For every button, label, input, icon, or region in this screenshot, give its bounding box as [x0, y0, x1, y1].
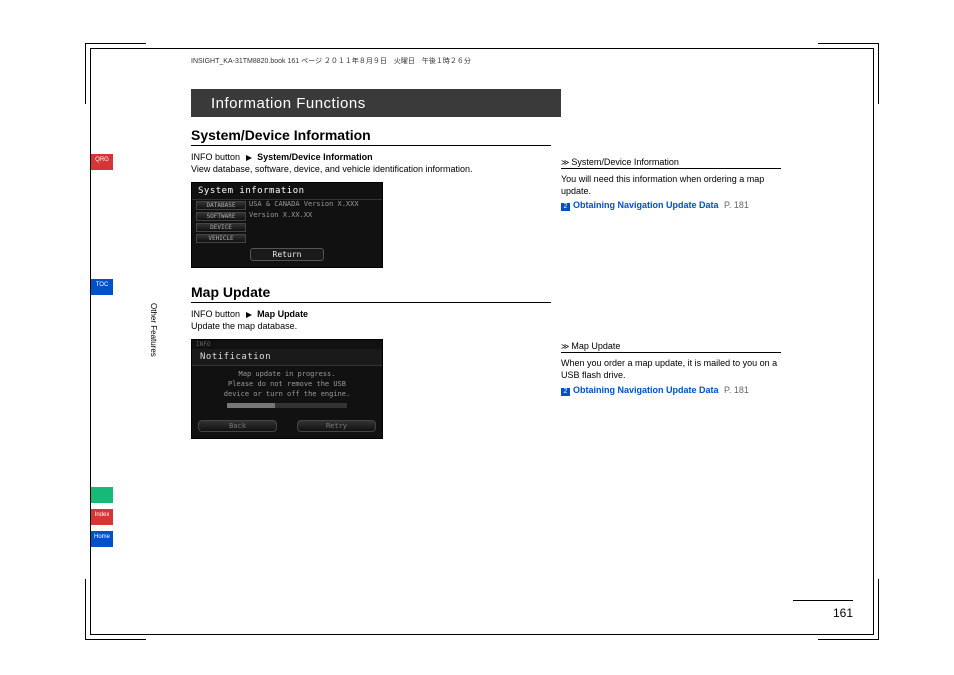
screenshot-map-update: INFO Notification Map update in progress…	[191, 339, 383, 439]
link-obtaining-update[interactable]: Obtaining Navigation Update Data	[573, 200, 719, 210]
screenshot-title: System information	[192, 183, 382, 200]
section-heading-system-device: System/Device Information	[191, 127, 551, 146]
tab-device: DEVICE	[196, 223, 246, 232]
sidebar-body: You will need this information when orde…	[561, 173, 781, 197]
back-button: Back	[198, 420, 277, 432]
notification-line: Please do not remove the USB	[200, 380, 374, 390]
nav-path-target: Map Update	[257, 309, 308, 319]
tab-toc[interactable]: TOC	[91, 279, 113, 295]
tab-voice[interactable]	[91, 487, 113, 503]
chapter-heading: Information Functions	[191, 89, 561, 117]
sidebar-heading-text: Map Update	[571, 341, 620, 351]
tab-index[interactable]: Index	[91, 509, 113, 525]
link-obtaining-update[interactable]: Obtaining Navigation Update Data	[573, 385, 719, 395]
nav-path: INFO button System/Device Information	[191, 152, 551, 162]
sidebar-body: When you order a map update, it is maile…	[561, 357, 781, 381]
arrow-right-icon	[246, 312, 252, 318]
sidebar-heading: ≫System/Device Information	[561, 157, 781, 169]
section-description: View database, software, device, and veh…	[191, 164, 551, 174]
nav-path: INFO button Map Update	[191, 309, 551, 319]
note-icon: ≫	[561, 158, 569, 167]
section-vertical-label: Other Features	[149, 303, 158, 357]
print-metadata: INSIGHT_KA-31TM8820.book 161 ページ ２０１１年８月…	[191, 56, 471, 66]
tab-vehicle: VEHICLE	[196, 234, 246, 243]
page: INSIGHT_KA-31TM8820.book 161 ページ ２０１１年８月…	[90, 48, 874, 635]
link-icon: 2	[561, 203, 570, 211]
notification-line: device or turn off the engine.	[200, 390, 374, 400]
screenshot-tag: INFO	[192, 340, 382, 349]
nav-path-target: System/Device Information	[257, 152, 373, 162]
page-number: 161	[833, 606, 853, 620]
page-ref: P. 181	[724, 200, 749, 210]
notification-line: Map update in progress.	[200, 370, 374, 380]
note-icon: ≫	[561, 342, 569, 351]
info-button-label: INFO button	[191, 309, 240, 319]
sw-version: Version X.XX.XX	[249, 211, 312, 222]
link-icon: 2	[561, 388, 570, 396]
screenshot-system-information: System information DATABASEUSA & CANADA …	[191, 182, 383, 268]
tab-software: SOFTWARE	[196, 212, 246, 221]
return-button: Return	[250, 248, 325, 261]
section-heading-map-update: Map Update	[191, 284, 551, 303]
screenshot-title: Notification	[192, 349, 382, 366]
arrow-right-icon	[246, 155, 252, 161]
retry-button: Retry	[297, 420, 376, 432]
section-description: Update the map database.	[191, 321, 551, 331]
sidebar-heading: ≫Map Update	[561, 341, 781, 353]
progress-bar	[227, 403, 347, 408]
sidebar-heading-text: System/Device Information	[571, 157, 679, 167]
tab-qrg[interactable]: QRG	[91, 154, 113, 170]
tab-database: DATABASE	[196, 201, 246, 210]
info-button-label: INFO button	[191, 152, 240, 162]
tab-home[interactable]: Home	[91, 531, 113, 547]
db-version: USA & CANADA Version X.XXX	[249, 200, 359, 211]
page-ref: P. 181	[724, 385, 749, 395]
